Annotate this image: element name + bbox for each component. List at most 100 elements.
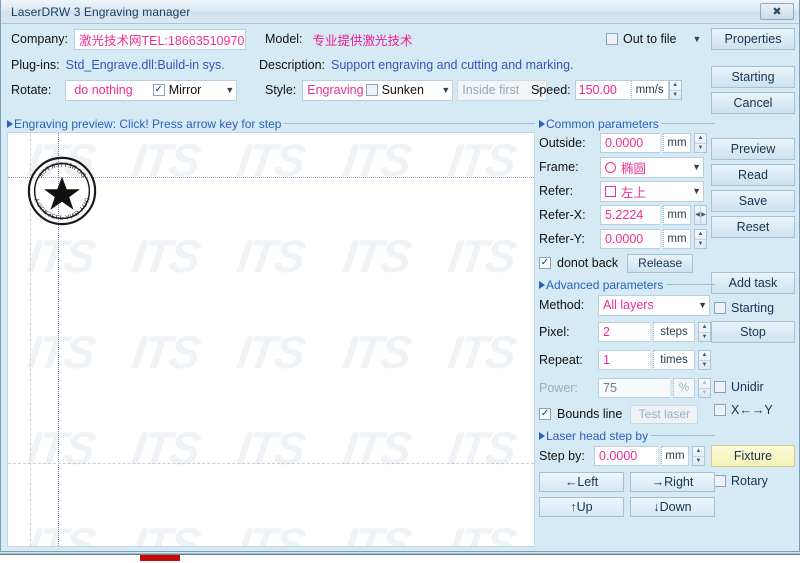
bounds-line-row: ✓ Bounds line Test laser (539, 402, 715, 426)
step-by-stepper-down[interactable]: ▼ (693, 457, 704, 466)
refer-y-input[interactable]: 0.0000 (600, 229, 660, 249)
move-down-button[interactable]: ↓Down (630, 496, 715, 517)
close-icon[interactable]: ✖ (760, 3, 794, 20)
preview-canvas[interactable]: ITS ITS ITS ITS ITS ITS ITS ITS ITS ITS ITS ITS ITS I… (7, 132, 535, 547)
speed-stepper-up[interactable]: ▲ (669, 81, 681, 91)
repeat-input[interactable]: 1 (598, 350, 650, 370)
refer-y-row: Refer-Y: 0.0000 mm ▲ ▼ (539, 227, 715, 251)
rotate-chevron-down-icon: ▼ (225, 85, 235, 95)
rotate-row: Rotate: do nothing ✓ Mirror ▼ (11, 79, 238, 101)
common-expand-triangle-icon[interactable] (539, 119, 545, 128)
move-left-button[interactable]: ←Left (539, 471, 624, 492)
expand-triangle-icon[interactable] (7, 119, 13, 128)
outside-value: 0.0000 (605, 136, 644, 150)
preview-header-label: Engraving preview: Click! Press arrow ke… (14, 116, 282, 131)
watermark-tile: ITS (444, 134, 518, 186)
power-stepper-up: ▲ (699, 379, 710, 389)
style-value: Engraving (307, 83, 364, 97)
refer-value: 左上 (621, 185, 647, 200)
out-to-file-checkbox[interactable]: ✓ (606, 33, 618, 45)
stamp-preview-graphic: DO BETTER FOR YOURSELF AND YOU (27, 156, 97, 226)
laser-move-row-2: ↑Up ↓Down (539, 494, 715, 519)
power-unit: % (673, 378, 695, 398)
move-up-button[interactable]: ↑Up (539, 496, 624, 517)
move-right-button[interactable]: →Right (630, 471, 715, 492)
power-stepper-down: ▼ (701, 389, 708, 396)
refer-x-input[interactable]: 5.2224 (600, 205, 660, 225)
refer-y-stepper-up[interactable]: ▲ (695, 230, 706, 240)
refer-x-stepper[interactable]: ◀ ▶ (694, 205, 707, 225)
company-label: Company: (11, 32, 68, 46)
style-label: Style: (265, 83, 297, 97)
outside-unit: mm (663, 133, 691, 153)
refer-y-value: 0.0000 (605, 232, 644, 246)
speed-input[interactable]: 150.00 (574, 80, 631, 100)
watermark-tile: ITS (234, 326, 308, 378)
refer-x-unit: mm (663, 205, 691, 225)
pixel-unit: steps (653, 322, 695, 342)
watermark-tile: ITS (339, 422, 413, 474)
properties-button-label: Properties (724, 32, 782, 46)
pixel-stepper-down[interactable]: ▼ (699, 333, 710, 342)
model-value-field[interactable]: 专业提供激光技术 (309, 29, 607, 49)
sunken-checkbox[interactable]: ✓ (365, 84, 378, 96)
laser-head-header: Laser head step by (539, 428, 715, 443)
step-by-stepper[interactable]: ▲ ▼ (692, 446, 705, 466)
repeat-stepper[interactable]: ▲ ▼ (698, 350, 711, 370)
outside-stepper-down[interactable]: ▼ (695, 144, 706, 153)
properties-button[interactable]: Properties (711, 28, 795, 50)
test-laser-button-label: Test laser (638, 407, 690, 421)
refer-row: Refer: 左上 ▼ (539, 179, 715, 203)
laser-head-header-label: Laser head step by (546, 428, 649, 443)
speed-row: Speed: 150.00 mm/s ▲ ▼ (531, 79, 682, 101)
watermark-tile: ITS (339, 230, 413, 282)
refer-y-stepper-down[interactable]: ▼ (695, 240, 706, 249)
mirror-checkbox[interactable]: ✓ (152, 84, 165, 96)
move-right-label: →Right (651, 474, 694, 489)
outside-stepper[interactable]: ▲ ▼ (694, 133, 707, 153)
refer-x-stepper-right[interactable]: ▶ (701, 206, 706, 224)
refer-combobox[interactable]: 左上 ▼ (600, 180, 704, 202)
release-button[interactable]: Release (627, 253, 694, 273)
company-combobox[interactable]: 激光技术网TEL:18663510970 ▼ (73, 28, 246, 50)
watermark-tile: ITS (339, 518, 413, 547)
common-parameters-header: Common parameters (539, 116, 715, 131)
cancel-button-label: Cancel (733, 96, 773, 110)
pixel-stepper[interactable]: ▲ ▼ (698, 322, 711, 342)
speed-stepper[interactable]: ▲ ▼ (668, 80, 682, 100)
watermark-tile: ITS (234, 518, 308, 547)
header-rule (284, 123, 535, 124)
bounds-line-checkbox[interactable]: ✓ (539, 408, 551, 420)
watermark-tile: ITS (234, 422, 308, 474)
common-header-label: Common parameters (546, 116, 659, 131)
frame-value: 椭圆 (621, 161, 647, 176)
style-combobox[interactable]: Engraving ✓ Sunken ▼ (302, 79, 454, 101)
method-combobox[interactable]: All layers ▼ (598, 294, 710, 316)
description-row: Description: Support engraving and cutti… (259, 54, 574, 76)
repeat-stepper-up[interactable]: ▲ (699, 351, 710, 361)
advanced-parameters-header: Advanced parameters (539, 277, 715, 292)
advanced-expand-triangle-icon[interactable] (539, 280, 545, 289)
move-up-label: ↑Up (570, 499, 593, 514)
rotate-combobox[interactable]: do nothing ✓ Mirror ▼ (65, 79, 238, 101)
cancel-button[interactable]: Cancel (711, 92, 795, 114)
repeat-stepper-down[interactable]: ▼ (699, 361, 710, 370)
donot-back-row: ✓ donot back Release (539, 251, 715, 275)
pixel-input[interactable]: 2 (598, 322, 650, 342)
watermark-tile: ITS (444, 230, 518, 282)
out-to-file-chevron-down-icon[interactable]: ▼ (693, 34, 702, 44)
outside-stepper-up[interactable]: ▲ (695, 134, 706, 144)
laser-head-expand-triangle-icon[interactable] (539, 431, 545, 440)
outside-input[interactable]: 0.0000 (600, 133, 660, 153)
speed-stepper-down[interactable]: ▼ (670, 91, 681, 100)
step-by-stepper-up[interactable]: ▲ (693, 447, 704, 457)
engraving-manager-window: LaserDRW 3 Engraving manager ✖ Company: … (0, 0, 800, 552)
donot-back-checkbox[interactable]: ✓ (539, 257, 551, 269)
starting-button-label: Starting (731, 70, 775, 84)
refer-x-value: 5.2224 (605, 208, 644, 222)
starting-button[interactable]: Starting (711, 66, 795, 88)
step-by-input[interactable]: 0.0000 (594, 446, 658, 466)
refer-y-stepper[interactable]: ▲ ▼ (694, 229, 707, 249)
frame-combobox[interactable]: 椭圆 ▼ (600, 156, 704, 178)
pixel-stepper-up[interactable]: ▲ (699, 323, 710, 333)
